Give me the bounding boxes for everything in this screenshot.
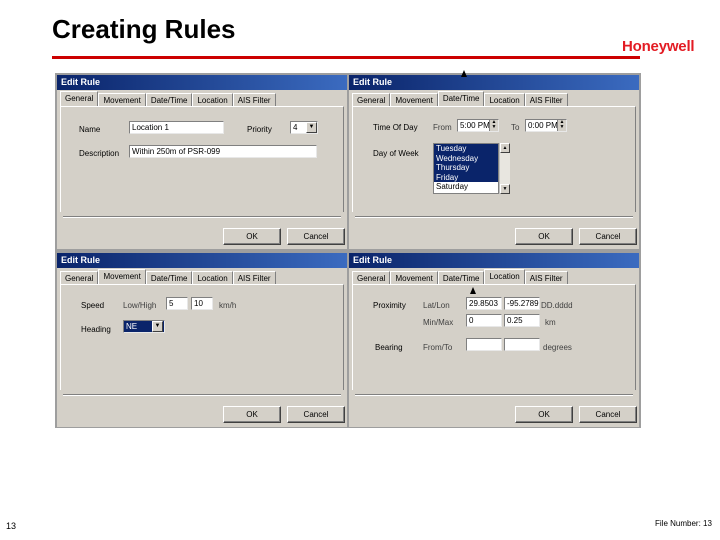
bearing-from-field[interactable] xyxy=(466,338,502,351)
tab-ais-filter[interactable]: AIS Filter xyxy=(524,271,568,285)
from-to-label: From/To xyxy=(423,343,453,352)
tab-strip: General Movement Date/Time Location AIS … xyxy=(352,269,568,285)
heading-label: Heading xyxy=(81,325,111,334)
day-of-week-label: Day of Week xyxy=(373,149,419,158)
chevron-down-icon[interactable]: ▼ xyxy=(306,122,317,133)
tab-panel: Name Location 1 Priority 4 ▼ Description… xyxy=(60,106,344,212)
dialog-title-bar: Edit Rule xyxy=(349,75,639,90)
dialog-divider xyxy=(63,394,341,396)
bearing-unit: degrees xyxy=(543,343,572,352)
page-number: 13 xyxy=(6,521,17,531)
dialog-title-bar: Edit Rule xyxy=(349,253,639,268)
tab-panel: Proximity Lat/Lon 29.8503 -95.2789 DD.dd… xyxy=(352,284,636,390)
tab-movement[interactable]: Movement xyxy=(390,93,438,107)
spinner-icon[interactable]: ▲ ▼ xyxy=(557,120,566,131)
tab-ais-filter[interactable]: AIS Filter xyxy=(232,271,276,285)
cancel-button[interactable]: Cancel xyxy=(579,228,637,245)
ok-button[interactable]: OK xyxy=(515,228,573,245)
ok-button[interactable]: OK xyxy=(515,406,573,423)
list-item[interactable]: Friday xyxy=(434,172,498,183)
tab-general[interactable]: General xyxy=(352,93,391,107)
screenshot-collage: Edit Rule General Movement Date/Time Loc… xyxy=(55,70,641,428)
dialog-divider xyxy=(355,216,633,218)
tab-date-time[interactable]: Date/Time xyxy=(145,271,193,285)
speed-high-field[interactable]: 10 xyxy=(191,297,213,310)
dialog-divider xyxy=(63,216,341,218)
tab-ais-filter[interactable]: AIS Filter xyxy=(524,93,568,107)
day-of-week-list[interactable]: Tuesday Wednesday Thursday Friday Saturd… xyxy=(433,143,499,194)
tab-date-time[interactable]: Date/Time xyxy=(437,271,485,285)
dialog-divider xyxy=(355,394,633,396)
tab-general[interactable]: General xyxy=(352,271,391,285)
list-item[interactable]: Wednesday xyxy=(434,153,498,164)
time-of-day-label: Time Of Day xyxy=(373,123,418,132)
mouse-cursor-icon xyxy=(470,287,476,294)
tab-general[interactable]: General xyxy=(60,91,99,107)
title-divider xyxy=(52,56,640,59)
tab-panel: Speed Low/High 5 10 km/h Heading NE ▼ xyxy=(60,284,344,390)
tab-location[interactable]: Location xyxy=(192,271,233,285)
name-label: Name xyxy=(79,125,101,134)
tab-strip: General Movement Date/Time Location AIS … xyxy=(60,269,276,285)
slide-title: Creating Rules xyxy=(52,14,236,44)
tab-strip: General Movement Date/Time Location AIS … xyxy=(352,91,568,107)
latitude-field[interactable]: 29.8503 xyxy=(466,297,502,310)
min-distance-field[interactable]: 0 xyxy=(466,314,502,327)
from-label: From xyxy=(433,123,452,132)
mouse-cursor-icon xyxy=(461,70,467,77)
tab-strip: General Movement Date/Time Location AIS … xyxy=(60,91,276,107)
distance-unit: km xyxy=(545,318,556,327)
tab-ais-filter[interactable]: AIS Filter xyxy=(232,93,276,107)
list-item[interactable]: Tuesday xyxy=(434,144,498,154)
name-field[interactable]: Location 1 xyxy=(129,121,224,134)
max-distance-field[interactable]: 0.25 xyxy=(504,314,540,327)
bearing-label: Bearing xyxy=(375,343,403,352)
tab-date-time[interactable]: Date/Time xyxy=(437,91,485,107)
to-label: To xyxy=(511,123,520,132)
tab-movement[interactable]: Movement xyxy=(390,271,438,285)
list-scrollbar[interactable]: ▲ ▼ xyxy=(499,143,510,194)
min-max-label: Min/Max xyxy=(423,318,454,327)
scroll-down-icon[interactable]: ▼ xyxy=(500,184,510,194)
dialog-title-bar: Edit Rule xyxy=(57,253,347,268)
longitude-field[interactable]: -95.2789 xyxy=(504,297,540,310)
low-high-label: Low/High xyxy=(123,301,157,310)
lat-lon-label: Lat/Lon xyxy=(423,301,450,310)
cancel-button[interactable]: Cancel xyxy=(287,406,345,423)
tab-location[interactable]: Location xyxy=(192,93,233,107)
edit-rule-dialog-general: Edit Rule General Movement Date/Time Loc… xyxy=(57,75,347,249)
tab-date-time[interactable]: Date/Time xyxy=(145,93,193,107)
cancel-button[interactable]: Cancel xyxy=(287,228,345,245)
speed-low-field[interactable]: 5 xyxy=(166,297,188,310)
chevron-down-icon[interactable]: ▼ xyxy=(152,321,163,332)
edit-rule-dialog-date-time: Edit Rule General Movement Date/Time Loc… xyxy=(349,75,639,249)
tab-general[interactable]: General xyxy=(60,271,99,285)
dd-format-label: DD.dddd xyxy=(541,301,573,310)
honeywell-logo: Honeywell xyxy=(622,38,695,55)
tab-movement[interactable]: Movement xyxy=(98,93,146,107)
proximity-label: Proximity xyxy=(373,301,406,310)
spinner-icon[interactable]: ▲ ▼ xyxy=(489,120,498,131)
tab-movement[interactable]: Movement xyxy=(98,269,146,285)
tab-panel: Time Of Day From 5:00 PM ▲ ▼ To 0:00 PM ▲… xyxy=(352,106,636,212)
description-field[interactable]: Within 250m of PSR-099 xyxy=(129,145,317,158)
edit-rule-dialog-location: Edit Rule General Movement Date/Time Loc… xyxy=(349,253,639,427)
list-item[interactable]: Thursday xyxy=(434,163,498,173)
edit-rule-dialog-movement: Edit Rule General Movement Date/Time Loc… xyxy=(57,253,347,427)
file-number: File Number: 13 xyxy=(655,519,712,528)
ok-button[interactable]: OK xyxy=(223,406,281,423)
cancel-button[interactable]: Cancel xyxy=(579,406,637,423)
scroll-up-icon[interactable]: ▲ xyxy=(500,143,510,153)
list-item[interactable]: Saturday xyxy=(434,182,498,192)
description-label: Description xyxy=(79,149,120,158)
bearing-to-field[interactable] xyxy=(504,338,540,351)
tab-location[interactable]: Location xyxy=(484,93,525,107)
speed-label: Speed xyxy=(81,301,105,310)
tab-location[interactable]: Location xyxy=(484,269,525,285)
ok-button[interactable]: OK xyxy=(223,228,281,245)
priority-label: Priority xyxy=(247,125,272,134)
dialog-title-bar: Edit Rule xyxy=(57,75,347,90)
speed-unit: km/h xyxy=(219,301,237,310)
